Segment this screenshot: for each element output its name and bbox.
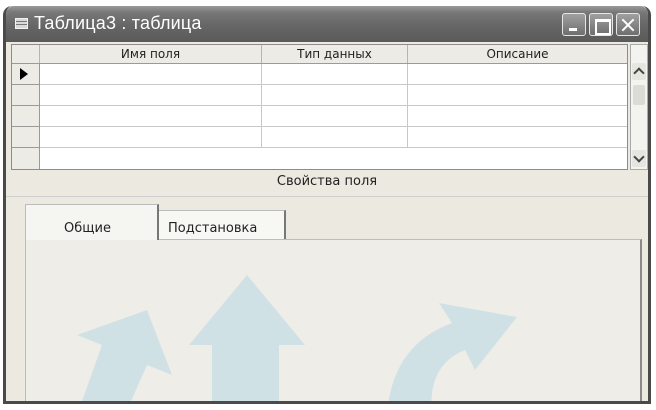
data-type-cell[interactable]	[262, 85, 408, 105]
data-type-cell[interactable]	[262, 127, 408, 147]
field-name-cell[interactable]	[40, 106, 262, 126]
title-bar[interactable]: Таблица3 : таблица	[6, 6, 648, 42]
row-selector[interactable]	[12, 64, 40, 85]
window-title: Таблица3 : таблица	[34, 13, 202, 33]
column-header-description[interactable]: Описание	[408, 45, 627, 63]
current-row-arrow-icon	[20, 68, 28, 80]
scroll-down-icon[interactable]	[632, 150, 646, 167]
table-row	[40, 85, 627, 106]
watermark-logo-icon	[77, 275, 517, 401]
divider	[6, 196, 648, 197]
description-cell[interactable]	[408, 85, 627, 105]
field-name-cell[interactable]	[40, 85, 262, 105]
grid-header: Имя поля Тип данных Описание	[12, 45, 627, 64]
field-design-grid: Имя поля Тип данных Описание	[11, 44, 628, 170]
table-icon[interactable]	[15, 18, 28, 29]
row-selector[interactable]	[12, 106, 40, 127]
table-design-window: Таблица3 : таблица Имя поля Тип данных О…	[3, 6, 651, 404]
tab-panel-general	[25, 239, 642, 401]
data-type-cell[interactable]	[262, 106, 408, 126]
field-name-cell[interactable]	[40, 127, 262, 147]
minimize-button[interactable]	[562, 13, 586, 36]
field-name-cell[interactable]	[40, 64, 262, 84]
table-row	[40, 127, 627, 148]
row-selector-header[interactable]	[12, 45, 40, 63]
tab-lookup[interactable]: Подстановка	[159, 210, 286, 240]
row-selector[interactable]	[12, 85, 40, 106]
scroll-up-icon[interactable]	[632, 63, 646, 80]
row-selector[interactable]	[12, 127, 40, 148]
field-properties-label: Свойства поля	[276, 174, 378, 189]
table-row	[40, 106, 627, 127]
field-properties-tabs: Общие Подстановка	[25, 204, 645, 401]
vertical-scrollbar[interactable]	[630, 44, 648, 170]
description-cell[interactable]	[408, 127, 627, 147]
column-header-field-name[interactable]: Имя поля	[40, 45, 262, 63]
maximize-button[interactable]	[589, 13, 613, 36]
description-cell[interactable]	[408, 106, 627, 126]
column-header-data-type[interactable]: Тип данных	[262, 45, 408, 63]
tab-general[interactable]: Общие	[25, 204, 159, 240]
row-selector-column	[12, 64, 40, 169]
close-button[interactable]	[616, 13, 640, 36]
scroll-thumb[interactable]	[633, 85, 645, 105]
description-cell[interactable]	[408, 64, 627, 84]
table-row	[40, 64, 627, 85]
data-type-cell[interactable]	[262, 64, 408, 84]
